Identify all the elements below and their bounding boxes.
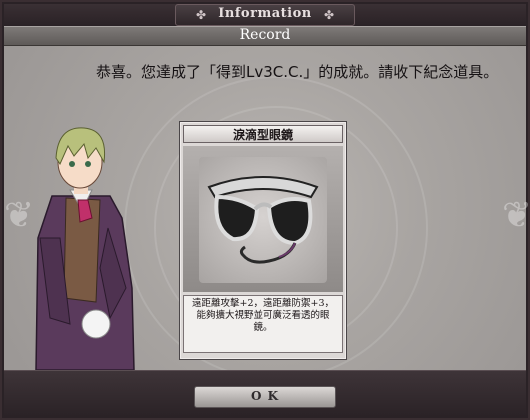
left-ornament-icon: ❦ xyxy=(4,195,35,236)
section-header: Record xyxy=(239,27,291,43)
ok-button-label[interactable]: O K xyxy=(194,389,336,405)
item-name: 淚滴型眼鏡 xyxy=(232,128,293,142)
teardrop-glasses-icon xyxy=(207,176,319,264)
item-description: 遠距離攻擊+2，遠距離防禦+3，能夠擴大視野並可廣泛看透的眼鏡。 xyxy=(191,298,334,333)
achievement-message: 恭喜。您達成了「得到Lv3C.C.」的成就。請收下紀念道具。 xyxy=(96,63,499,81)
right-ornament-icon: ❦ xyxy=(502,195,530,236)
character-portrait xyxy=(35,127,135,370)
ornament-icon: ✤ xyxy=(323,8,335,22)
